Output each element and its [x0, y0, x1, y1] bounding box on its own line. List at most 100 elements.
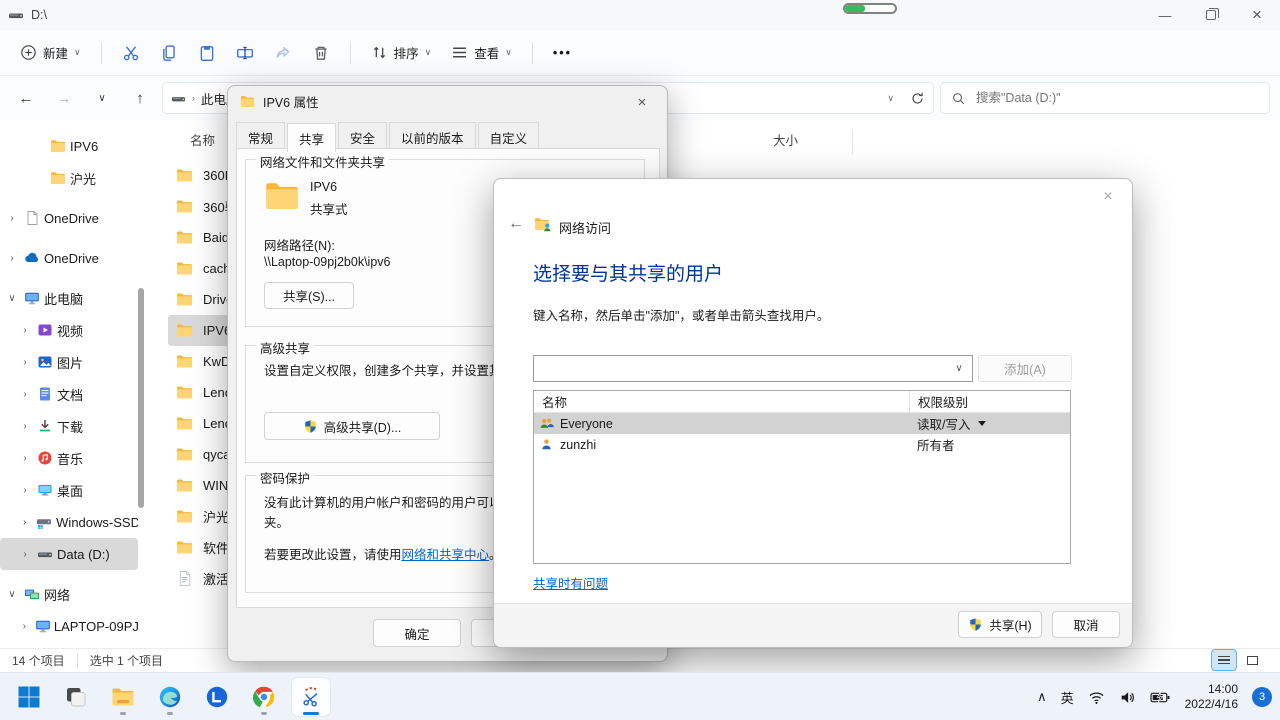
close-icon[interactable]: × — [627, 90, 657, 114]
ime-indicator[interactable]: 英 — [1061, 688, 1074, 707]
permission-dropdown-icon[interactable] — [978, 421, 986, 426]
network-sharing-center-link[interactable]: 网络和共享中心 — [402, 548, 490, 562]
chevron-right-icon[interactable]: › — [17, 421, 33, 432]
chevron-down-icon[interactable]: ∨ — [4, 589, 20, 600]
tab-1[interactable]: 共享 — [287, 123, 336, 152]
advanced-share-button[interactable]: 高级共享(D)... — [264, 412, 440, 440]
taskbar-app-start[interactable] — [10, 678, 48, 716]
sidebar-item-onedrive[interactable]: ›OneDrive — [0, 242, 138, 274]
icons-view-toggle[interactable] — [1240, 650, 1264, 670]
minimize-button[interactable]: — — [1142, 0, 1188, 30]
sidebar-scrollbar[interactable] — [138, 288, 144, 508]
sidebar-item--[interactable]: ∨此电脑 — [0, 282, 138, 314]
sidebar-item--[interactable]: ›桌面 — [0, 474, 138, 506]
chevron-right-icon[interactable]: › — [17, 325, 33, 336]
refresh-icon[interactable] — [910, 91, 925, 106]
tab-2[interactable]: 安全 — [338, 122, 387, 151]
sharing-problem-link[interactable]: 共享时有问题 — [533, 573, 608, 592]
user-row-zunzhi[interactable]: zunzhi所有者 — [534, 434, 1070, 455]
chevron-down-icon[interactable]: ∨ — [4, 293, 20, 304]
restore-button[interactable] — [1188, 0, 1234, 30]
chevron-down-icon: ∨ — [425, 47, 432, 58]
tab-0[interactable]: 常规 — [236, 122, 285, 151]
taskbar-app-explorer[interactable] — [104, 678, 142, 716]
new-button[interactable]: 新建∨ — [12, 37, 89, 68]
sidebar-item-laptop-09pj2[interactable]: ›LAPTOP-09PJ2 — [0, 610, 138, 642]
tab-4[interactable]: 自定义 — [478, 122, 540, 151]
chevron-right-icon[interactable]: › — [17, 485, 33, 496]
rename-button[interactable] — [228, 38, 262, 68]
user-combo-box[interactable]: ∨ — [533, 355, 973, 382]
wifi-icon[interactable] — [1088, 689, 1105, 706]
sidebar-item-onedrive[interactable]: ›OneDrive — [0, 202, 138, 234]
share-button[interactable]: 共享(S)... — [264, 282, 354, 309]
close-button[interactable]: × — [1234, 0, 1280, 30]
capture-progress-pill — [843, 3, 897, 14]
sidebar-item--[interactable]: ›音乐 — [0, 442, 138, 474]
close-icon[interactable]: × — [1094, 185, 1122, 209]
copy-button[interactable] — [152, 38, 186, 68]
user-combo-input[interactable] — [534, 356, 946, 381]
chevron-right-icon[interactable]: › — [17, 517, 33, 528]
forward-button[interactable]: → — [48, 82, 80, 114]
sidebar-item--[interactable]: 沪光 — [0, 162, 138, 194]
delete-button[interactable] — [304, 38, 338, 68]
taskbar-app-taskview[interactable] — [57, 678, 95, 716]
address-dropdown-icon[interactable]: ∨ — [887, 93, 894, 104]
back-button[interactable]: ← — [10, 82, 42, 114]
sidebar-item-ipv6[interactable]: IPV6 — [0, 130, 138, 162]
chevron-right-icon[interactable]: › — [17, 621, 32, 632]
back-arrow-icon[interactable]: ← — [508, 215, 524, 233]
drive-icon — [35, 546, 55, 562]
combo-dropdown-icon[interactable]: ∨ — [946, 363, 972, 374]
chevron-right-icon[interactable]: › — [17, 549, 33, 560]
sidebar-item--[interactable]: ›下载 — [0, 410, 138, 442]
user-row-everyone[interactable]: Everyone读取/写入 — [534, 413, 1070, 434]
paste-button[interactable] — [190, 38, 224, 68]
volume-icon[interactable] — [1119, 689, 1136, 706]
add-button[interactable]: 添加(A) — [978, 355, 1072, 382]
sidebar-item--[interactable]: ∨网络 — [0, 578, 138, 610]
sidebar-item--[interactable]: ›视频 — [0, 314, 138, 346]
breadcrumb-separator-icon: › — [192, 93, 195, 103]
chevron-right-icon[interactable]: › — [4, 253, 20, 264]
permission-level: 所有者 — [917, 435, 955, 454]
taskbar-app-snip[interactable] — [292, 678, 330, 716]
tab-3[interactable]: 以前的版本 — [389, 122, 476, 151]
details-view-toggle[interactable] — [1212, 650, 1236, 670]
sort-label: 排序 — [394, 43, 419, 62]
column-header-permission[interactable]: 权限级别 — [909, 391, 1070, 412]
notification-badge[interactable]: 3 — [1252, 687, 1272, 707]
column-header-name[interactable]: 名称 — [534, 392, 909, 411]
up-button[interactable]: ↑ — [124, 82, 156, 114]
sidebar-item--[interactable]: ›文档 — [0, 378, 138, 410]
sidebar-item-windows-ssd[interactable]: ›Windows-SSD — [0, 506, 138, 538]
more-button[interactable]: ••• — [545, 40, 580, 66]
share-button-toolbar[interactable] — [266, 38, 300, 68]
sort-button[interactable]: 排序 ∨ — [363, 37, 440, 68]
column-header-size[interactable]: 大小 — [773, 130, 853, 154]
taskbar-app-chrome[interactable] — [245, 678, 283, 716]
view-button[interactable]: 查看∨ — [443, 37, 520, 68]
drive-icon — [8, 7, 24, 23]
chevron-right-icon[interactable]: › — [17, 389, 33, 400]
sidebar-item-data-d-[interactable]: ›Data (D:) — [0, 538, 138, 570]
battery-icon[interactable] — [1150, 691, 1171, 704]
sidebar-item--[interactable]: ›图片 — [0, 346, 138, 378]
history-chevron-icon[interactable]: ∨ — [86, 82, 118, 114]
password-desc-line3: 若要更改此设置，请使用网络和共享中心。 — [264, 544, 502, 563]
chevron-right-icon[interactable]: › — [17, 453, 33, 464]
ok-button[interactable]: 确定 — [373, 619, 461, 647]
chevron-right-icon[interactable]: › — [4, 213, 20, 224]
clock[interactable]: 14:00 2022/4/16 — [1185, 682, 1238, 712]
search-input[interactable] — [974, 90, 1259, 106]
taskbar-app-edge[interactable] — [151, 678, 189, 716]
cut-button[interactable] — [114, 38, 148, 68]
taskbar-app-lenovo[interactable] — [198, 678, 236, 716]
chevron-right-icon[interactable]: › — [17, 357, 33, 368]
cancel-button[interactable]: 取消 — [1052, 611, 1120, 638]
column-divider[interactable] — [852, 130, 853, 154]
search-box[interactable] — [940, 82, 1270, 114]
hidden-icons-chevron-icon[interactable]: ∧ — [1037, 689, 1047, 705]
share-confirm-button[interactable]: 共享(H) — [958, 611, 1042, 638]
